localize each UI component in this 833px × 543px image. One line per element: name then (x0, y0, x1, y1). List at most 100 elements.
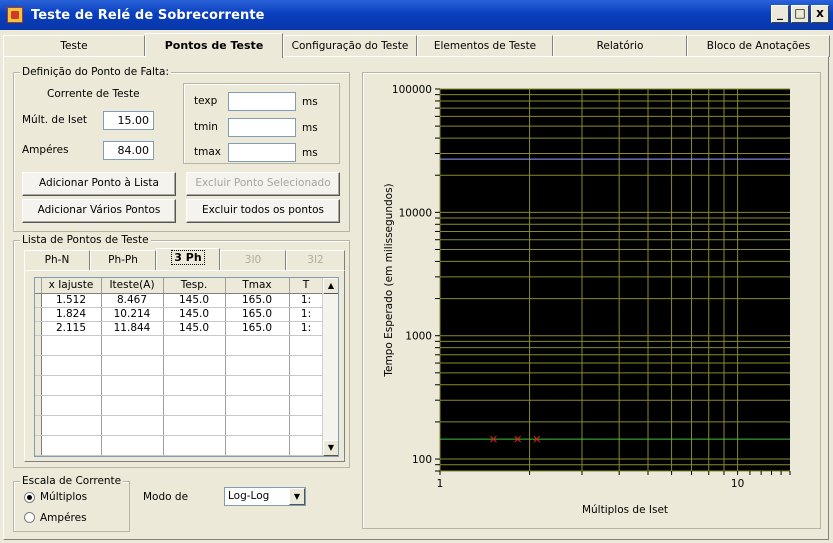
maximize-button[interactable]: □ (791, 5, 809, 23)
cell[interactable]: 11.844 (101, 321, 164, 336)
radio-amperes-label[interactable]: Ampéres (40, 512, 87, 524)
table-row[interactable]: 2.115 11.844 145.0 165.0 1: (35, 321, 324, 336)
cell[interactable] (41, 435, 102, 456)
cell[interactable]: 1.824 (41, 307, 102, 322)
chevron-down-icon[interactable]: ▼ (289, 488, 305, 505)
cell[interactable]: 145.0 (163, 321, 226, 336)
cell[interactable] (163, 435, 226, 456)
cell[interactable] (41, 355, 102, 376)
points-group-title: Lista de Pontos de Teste (20, 234, 151, 246)
cell[interactable] (101, 355, 164, 376)
cell[interactable]: 2.115 (41, 321, 102, 336)
cell[interactable] (289, 375, 324, 396)
tab-bloco-anotacoes[interactable]: Bloco de Anotações (687, 35, 830, 57)
list-tab-3i2[interactable]: 3I2 (286, 250, 345, 270)
cell[interactable]: 8.467 (101, 293, 164, 308)
cell[interactable] (289, 395, 324, 416)
add-point-button[interactable]: Adicionar Ponto à Lista (22, 172, 176, 196)
scroll-up-button[interactable]: ▲ (323, 278, 338, 294)
minimize-button[interactable]: _ (771, 5, 789, 23)
cell[interactable] (225, 375, 290, 396)
cell[interactable]: 10.214 (101, 307, 164, 322)
tmin-input[interactable] (228, 118, 296, 137)
cell[interactable] (101, 415, 164, 436)
cell[interactable] (41, 395, 102, 416)
table-row[interactable]: 1.824 10.214 145.0 165.0 1: (35, 307, 324, 322)
cell[interactable] (101, 395, 164, 416)
cell[interactable] (101, 335, 164, 356)
empty-row[interactable] (35, 375, 324, 396)
empty-row[interactable] (35, 335, 324, 356)
cell[interactable] (163, 415, 226, 436)
mult-label: Múlt. de Iset (22, 114, 88, 126)
cell[interactable] (41, 335, 102, 356)
empty-row[interactable] (35, 415, 324, 436)
texp-input[interactable] (228, 92, 296, 111)
delete-selected-button[interactable]: Excluir Ponto Selecionado (186, 172, 340, 196)
cell[interactable] (289, 355, 324, 376)
empty-row[interactable] (35, 435, 324, 456)
points-table[interactable]: x Iajuste Iteste(A) Tesp. Tmax T 1.512 8… (34, 277, 339, 457)
tab-pontos-de-teste[interactable]: Pontos de Teste (145, 33, 283, 58)
tab-configuracao[interactable]: Configuração do Teste (283, 35, 417, 57)
tab-teste[interactable]: Teste (3, 35, 145, 57)
table-scrollbar[interactable]: ▲ ▼ (322, 278, 338, 456)
tab-relatorio[interactable]: Relatório (553, 35, 687, 57)
tmin-unit: ms (302, 122, 318, 134)
tab-elementos[interactable]: Elementos de Teste (417, 35, 553, 57)
col-header-tesp[interactable]: Tesp. (163, 278, 226, 294)
list-tab-3i0[interactable]: 3I0 (220, 250, 286, 270)
cell[interactable] (41, 415, 102, 436)
list-tab-ph-ph[interactable]: Ph-Ph (90, 250, 156, 270)
add-many-button[interactable]: Adicionar Vários Pontos (22, 199, 176, 223)
list-tab-3ph[interactable]: 3 Ph (156, 248, 220, 270)
x-axis-label: Múltiplos de Iset (582, 504, 668, 516)
tmax-input[interactable] (228, 143, 296, 162)
table-row[interactable]: 1.512 8.467 145.0 165.0 1: (35, 293, 324, 308)
cell[interactable]: 165.0 (225, 307, 290, 322)
y-tick-label: 100000 (392, 84, 432, 96)
cell[interactable]: 145.0 (163, 293, 226, 308)
cell[interactable] (101, 375, 164, 396)
radio-multiples-label[interactable]: Múltiplos (40, 491, 87, 503)
radio-multiples[interactable] (24, 492, 35, 503)
delete-all-button[interactable]: Excluir todos os pontos (186, 199, 340, 223)
mode-select[interactable]: Log-Log ▼ (224, 487, 306, 506)
close-button[interactable]: x (811, 5, 829, 23)
cell[interactable] (225, 335, 290, 356)
cell[interactable]: 1: (289, 293, 324, 308)
scroll-down-button[interactable]: ▼ (323, 440, 338, 456)
amps-input[interactable]: 84.00 (103, 141, 154, 160)
cell[interactable]: 165.0 (225, 321, 290, 336)
main-tabs: Teste Pontos de Teste Configuração do Te… (3, 33, 830, 58)
cell[interactable]: 165.0 (225, 293, 290, 308)
cell[interactable] (163, 395, 226, 416)
col-header-t[interactable]: T (289, 278, 324, 294)
cell[interactable] (289, 415, 324, 436)
cell[interactable]: 145.0 (163, 307, 226, 322)
cell[interactable] (163, 335, 226, 356)
list-tab-ph-n[interactable]: Ph-N (24, 250, 90, 270)
cell[interactable] (225, 355, 290, 376)
cell[interactable]: 1: (289, 307, 324, 322)
cell[interactable] (289, 335, 324, 356)
cell[interactable] (163, 355, 226, 376)
cell[interactable] (225, 415, 290, 436)
cell[interactable] (163, 375, 226, 396)
mult-iset-input[interactable]: 15.00 (103, 111, 154, 130)
cell[interactable]: 1: (289, 321, 324, 336)
cell[interactable] (225, 435, 290, 456)
col-header-x-iajuste[interactable]: x Iajuste (41, 278, 102, 294)
cell[interactable] (101, 435, 164, 456)
cell[interactable] (225, 395, 290, 416)
time-current-chart: 1000001000010001001 10 Múltiplos de Iset … (383, 84, 791, 516)
empty-row[interactable] (35, 355, 324, 376)
col-header-tmax[interactable]: Tmax (225, 278, 290, 294)
y-tick-label: 10000 (399, 207, 432, 219)
cell[interactable]: 1.512 (41, 293, 102, 308)
cell[interactable] (289, 435, 324, 456)
cell[interactable] (41, 375, 102, 396)
col-header-iteste[interactable]: Iteste(A) (101, 278, 164, 294)
radio-amperes[interactable] (24, 512, 35, 523)
empty-row[interactable] (35, 395, 324, 416)
